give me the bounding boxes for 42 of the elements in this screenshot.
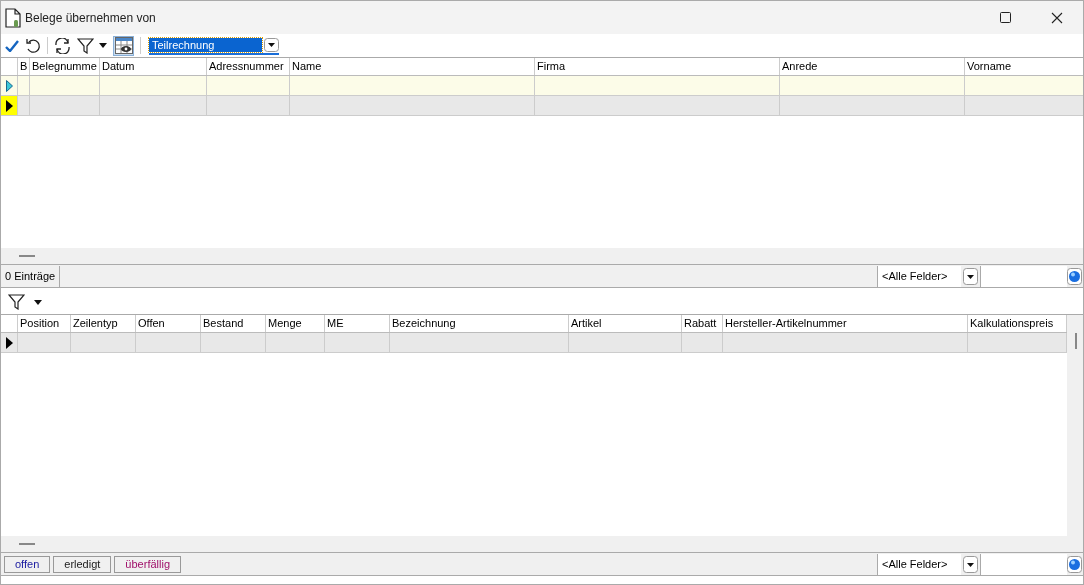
column-header[interactable]: Bestand <box>201 315 266 332</box>
status-filter-button[interactable]: erledigt <box>53 555 112 573</box>
window-title: Belege übernehmen von <box>25 10 156 25</box>
column-header[interactable]: Zeilentyp <box>71 315 136 332</box>
document-icon <box>5 7 21 28</box>
column-header[interactable]: Adressnummer <box>207 58 290 75</box>
status-filter-button[interactable]: überfällig <box>114 555 181 573</box>
caret-icon[interactable] <box>99 43 107 48</box>
vertical-scrollbar[interactable] <box>1067 315 1083 536</box>
column-header[interactable]: Belegnumme <box>30 58 100 75</box>
column-header[interactable]: Position <box>18 315 71 332</box>
field-select-dropdown[interactable]: <Alle Felder> <box>877 553 961 575</box>
column-header[interactable]: B <box>18 58 30 75</box>
column-header[interactable]: Anrede <box>780 58 965 75</box>
column-header[interactable]: Menge <box>266 315 325 332</box>
column-header[interactable]: Artikel <box>569 315 682 332</box>
column-header[interactable]: Datum <box>100 58 207 75</box>
grid-view-button[interactable] <box>113 35 134 56</box>
globe-icon[interactable] <box>1067 555 1082 573</box>
status-filter-button[interactable]: offen <box>4 555 51 573</box>
caret-icon[interactable] <box>34 299 42 305</box>
search-field[interactable] <box>980 265 1067 287</box>
filter-icon[interactable] <box>77 37 94 54</box>
undo-icon[interactable] <box>25 37 41 54</box>
globe-icon[interactable] <box>1067 267 1082 285</box>
current-row-indicator[interactable] <box>1 96 18 115</box>
search-field[interactable] <box>980 553 1067 575</box>
entry-count: 0 Einträge <box>1 265 61 287</box>
column-header[interactable]: Name <box>290 58 535 75</box>
filter-icon[interactable] <box>8 294 25 310</box>
close-icon[interactable] <box>1051 11 1063 24</box>
column-header[interactable]: Offen <box>136 315 201 332</box>
maximize-icon[interactable] <box>1000 12 1011 23</box>
column-header[interactable]: Rabatt <box>682 315 723 332</box>
column-header[interactable]: ME <box>325 315 390 332</box>
column-header[interactable]: Firma <box>535 58 780 75</box>
checkmark-icon[interactable] <box>5 39 19 52</box>
refresh-icon[interactable] <box>54 37 71 54</box>
field-select-dropdown[interactable]: <Alle Felder> <box>877 265 961 287</box>
column-header[interactable]: Bezeichnung <box>390 315 569 332</box>
column-header[interactable]: Vorname <box>965 58 1083 75</box>
column-header[interactable]: Hersteller-Artikelnummer <box>723 315 968 332</box>
